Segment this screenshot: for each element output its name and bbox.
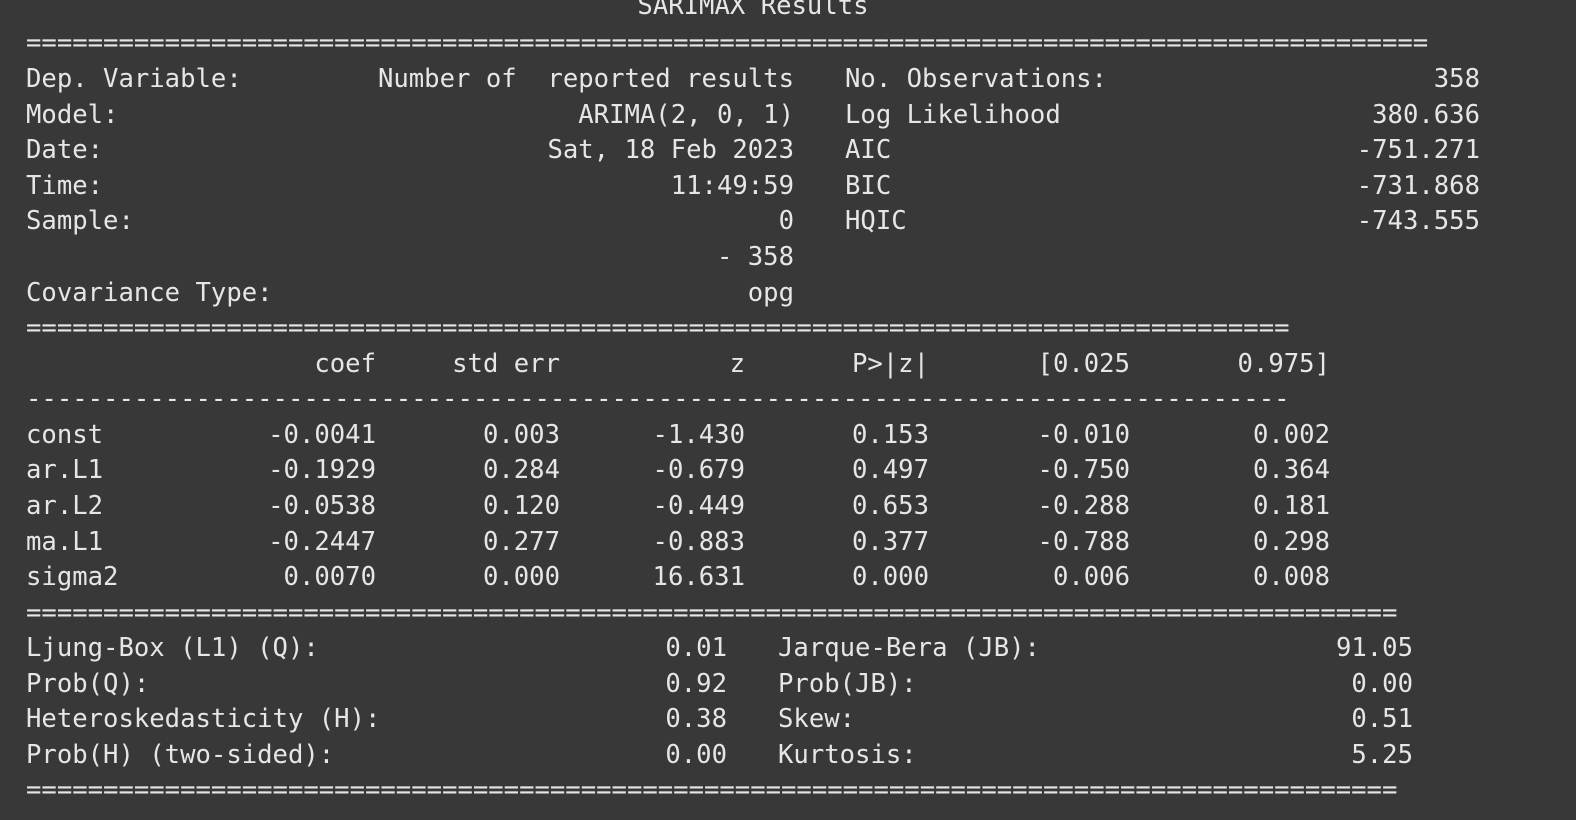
diagnostics-row: Ljung-Box (L1) (Q): 0.01 Jarque-Bera (JB):… [26, 633, 1413, 663]
summary-row: Dep. Variable: Number of reported results… [26, 64, 1480, 94]
summary-row: Covariance Type: opg [26, 278, 794, 308]
summary-row: Model: ARIMA(2, 0, 1) Log Likelihood 380.63… [26, 100, 1480, 130]
diagnostics-row: Heteroskedasticity (H): 0.38 Skew: 0.51 [26, 704, 1413, 734]
separator-bottom: ========================================… [26, 775, 1398, 805]
separator-top: ========================================… [26, 28, 1429, 58]
separator-lower: ========================================… [26, 598, 1398, 628]
sarimax-results-output: SARIMAX Results ========================… [0, 0, 1576, 820]
separator-dash: ----------------------------------------… [26, 384, 1290, 414]
summary-row: Date: Sat, 18 Feb 2023 AIC -751.271 [26, 135, 1480, 165]
summary-row: Time: 11:49:59 BIC -731.868 [26, 171, 1480, 201]
summary-row: Sample: 0 HQIC -743.555 [26, 206, 1480, 236]
table-row: ar.L1 -0.1929 0.284 -0.679 0.497 -0.750 0.364 [26, 455, 1330, 485]
diagnostics-row: Prob(H) (two-sided): 0.00 Kurtosis: 5.25 [26, 740, 1413, 770]
results-title: SARIMAX Results [637, 0, 869, 21]
table-row: sigma2 0.0070 0.000 16.631 0.000 0.006 0.008 [26, 562, 1330, 592]
table-row: ar.L2 -0.0538 0.120 -0.449 0.653 -0.288 0.181 [26, 491, 1330, 521]
diagnostics-row: Prob(Q): 0.92 Prob(JB): 0.00 [26, 669, 1413, 699]
table-row: ma.L1 -0.2447 0.277 -0.883 0.377 -0.788 0.298 [26, 527, 1330, 557]
table-row: const -0.0041 0.003 -1.430 0.153 -0.010 0.002 [26, 420, 1330, 450]
separator-mid: ========================================… [26, 313, 1290, 343]
